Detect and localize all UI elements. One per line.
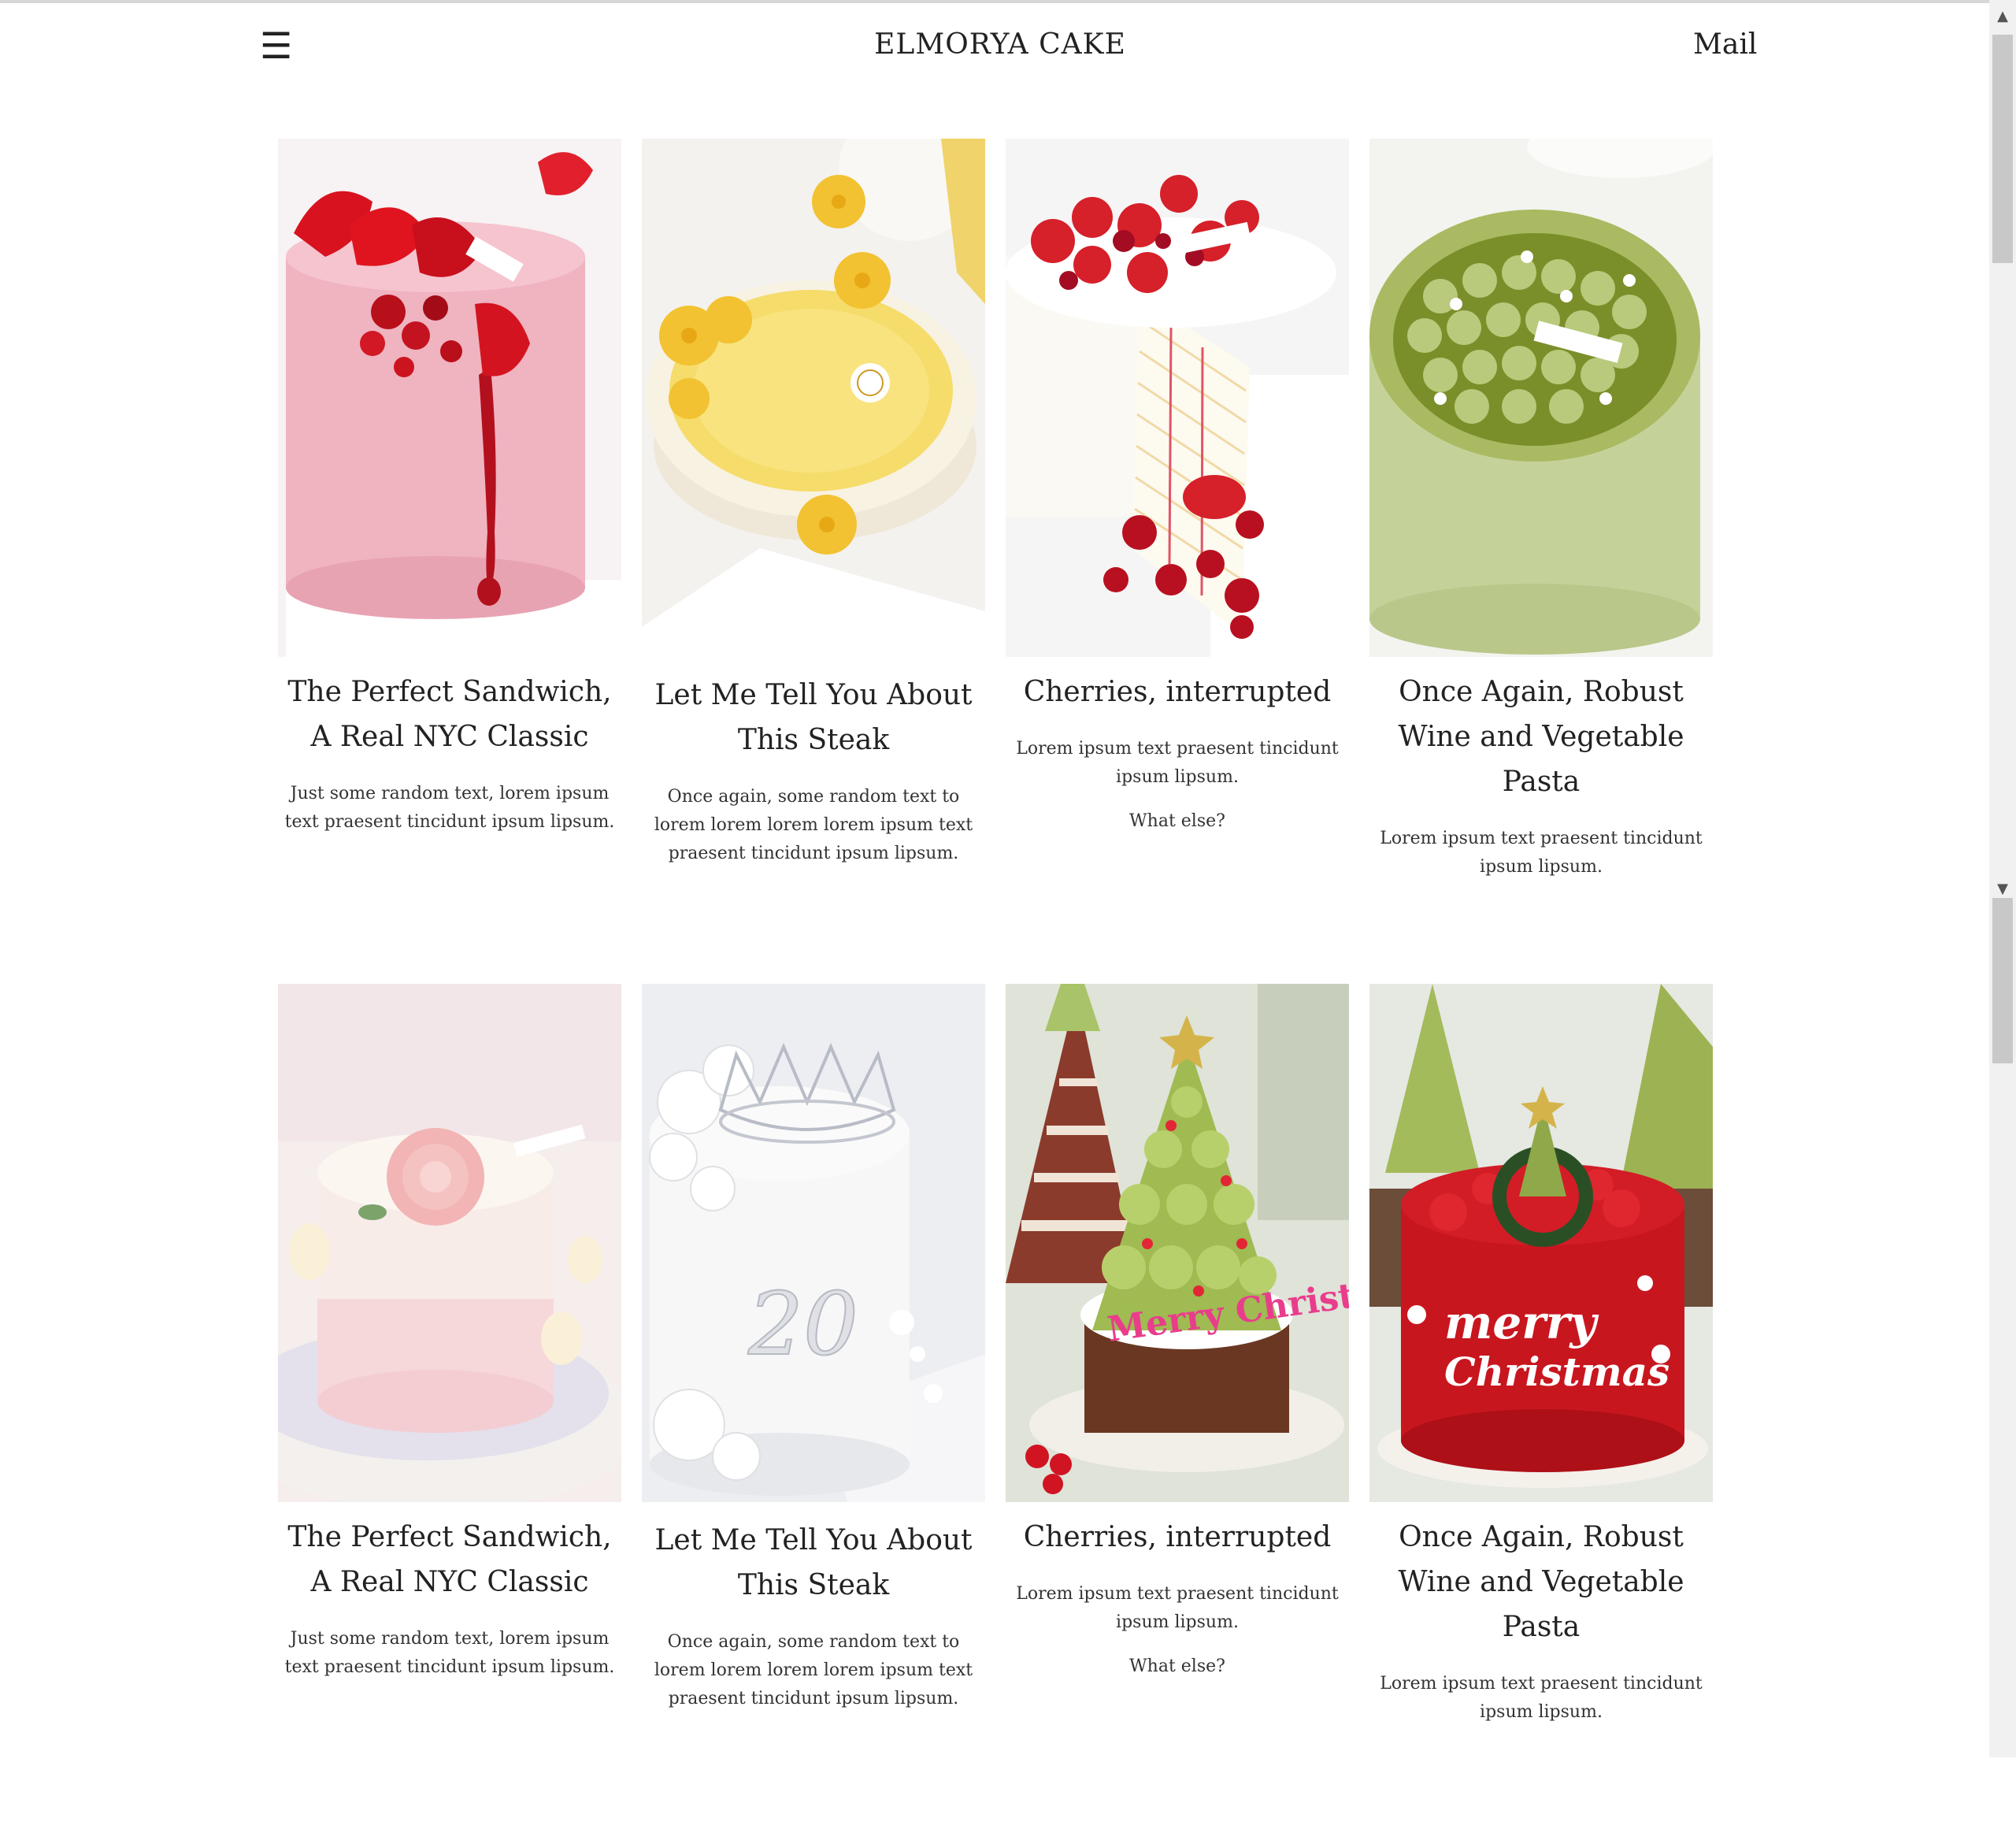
cake-script-line-1: merry [1444,1296,1599,1349]
card-title[interactable]: Let Me Tell You About This Steak [642,673,985,762]
cake-script-line-2: Christmas [1444,1349,1670,1395]
pink-cake-illustration [278,139,621,657]
page-scrollbar[interactable]: ▲ ▼ [1989,0,2016,1757]
gallery-card: merry Christmas Once Again, Robust Wine … [1369,984,1713,1727]
card-title[interactable]: Once Again, Robust Wine and Vegetable Pa… [1369,670,1713,804]
cake-gallery: The Perfect Sandwich, A Real NYC Classic… [278,139,1713,1829]
scrollbar-thumb[interactable] [1992,35,2013,263]
gallery-row: The Perfect Sandwich, A Real NYC Classic… [278,984,1713,1727]
card-title[interactable]: The Perfect Sandwich, A Real NYC Classic [278,670,621,759]
green-cake-illustration [1369,139,1713,657]
card-description: Just some random text, lorem ipsum text … [284,1629,615,1677]
cake-image-yellow-flower[interactable] [642,139,985,657]
gallery-card: The Perfect Sandwich, A Real NYC Classic… [278,984,621,1727]
gallery-card: Once Again, Robust Wine and Vegetable Pa… [1369,139,1713,881]
site-header: ☰ ELMORYA CAKE Mail [0,3,1984,82]
cake-number-text: 20 [747,1274,858,1375]
cake-image-pink-drip[interactable] [278,139,621,657]
card-title[interactable]: Once Again, Robust Wine and Vegetable Pa… [1369,1515,1713,1649]
card-description: Lorem ipsum text praesent tincidunt ipsu… [1380,1674,1703,1722]
cake-image-green-matcha[interactable] [1369,139,1713,657]
gallery-card: The Perfect Sandwich, A Real NYC Classic… [278,139,621,881]
card-description: Once again, some random text to lorem lo… [654,1632,973,1708]
gallery-card: Let Me Tell You About This Steak Once ag… [642,139,985,881]
white-crown-cake-illustration: 20 [642,984,985,1502]
pink-flower-cake-illustration [278,984,621,1502]
cake-image-strawberry-crepe[interactable] [1006,139,1349,657]
gallery-card: 20 Let Me Tell You About This Steak Once… [642,984,985,1727]
card-description: Once again, some random text to lorem lo… [654,787,973,863]
strawberry-cake-illustration [1006,139,1349,657]
gallery-row: The Perfect Sandwich, A Real NYC Classic… [278,139,1713,881]
cake-image-pink-flower[interactable] [278,984,621,1502]
cake-image-christmas-tree[interactable]: Merry Christmas [1006,984,1349,1502]
card-description: Lorem ipsum text praesent tincidunt ipsu… [1380,829,1703,877]
scroll-up-arrow-icon[interactable]: ▲ [1989,3,2016,30]
cake-image-white-crown[interactable]: 20 [642,984,985,1502]
red-christmas-cake-illustration: merry Christmas [1369,984,1713,1502]
card-title[interactable]: Cherries, interrupted [1006,1515,1349,1560]
card-title[interactable]: Cherries, interrupted [1006,670,1349,714]
card-extra-text: What else? [1129,811,1225,831]
card-description: Just some random text, lorem ipsum text … [284,784,615,832]
yellow-cake-illustration [642,139,985,657]
card-description: Lorem ipsum text praesent tincidunt ipsu… [1016,739,1339,787]
mail-link[interactable]: Mail [1693,25,1757,65]
gallery-card: Cherries, interrupted Lorem ipsum text p… [1006,139,1349,881]
gallery-card: Merry Christmas Cherries, interrupted Lo… [1006,984,1349,1727]
card-title[interactable]: The Perfect Sandwich, A Real NYC Classic [278,1515,621,1605]
cake-image-red-christmas[interactable]: merry Christmas [1369,984,1713,1502]
scrollbar-thumb-secondary[interactable] [1992,898,2013,1063]
christmas-tree-cake-illustration: Merry Christmas [1006,984,1349,1502]
card-title[interactable]: Let Me Tell You About This Steak [642,1518,985,1608]
card-description: Lorem ipsum text praesent tincidunt ipsu… [1016,1584,1339,1632]
card-extra-text: What else? [1129,1656,1225,1676]
